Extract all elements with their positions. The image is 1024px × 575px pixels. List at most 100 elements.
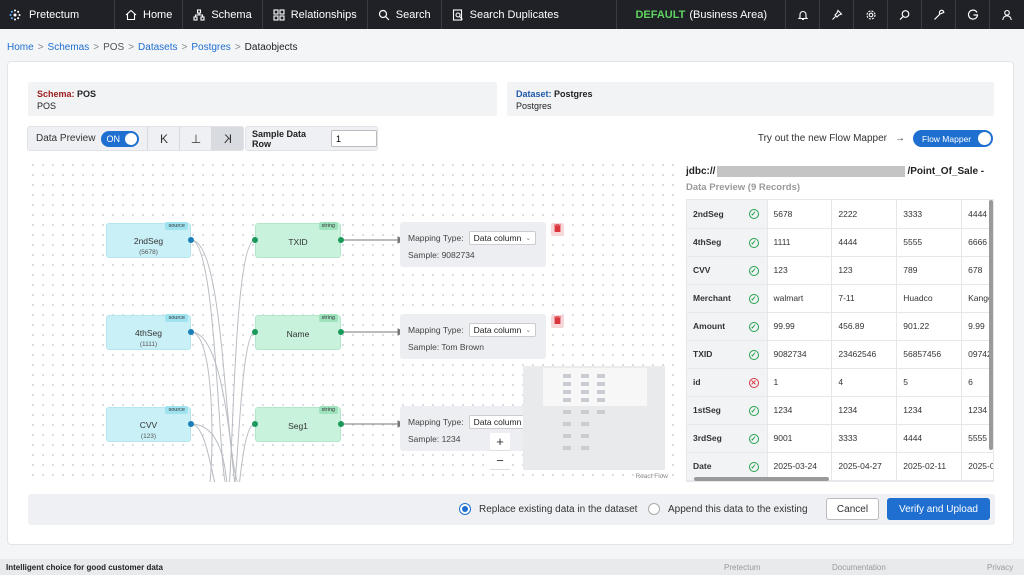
preview-row: 3rdSeg ✓ 9001 3333 4444 5555 [687,424,993,453]
minimap-node [597,382,605,386]
zoom-in-button[interactable]: + [490,433,510,451]
source-handle[interactable] [188,421,194,427]
flow-mapper-toggle[interactable]: Flow Mapper [913,130,993,147]
minimap-node [597,390,605,394]
value-cell: 1234 [896,396,963,425]
flow-canvas[interactable]: source 2ndSeg (5678) source 4thSeg (1111… [28,160,676,482]
mapping-type-label: Mapping Type: [408,233,464,243]
breadcrumb-postgres[interactable]: Postgres [191,42,230,53]
source-node-sample: (123) [140,433,157,440]
sample-data-row-input[interactable] [331,130,377,147]
valid-check-icon: ✓ [748,321,759,332]
minimap-node [581,410,589,414]
refresh-button[interactable] [956,0,990,29]
source-node-cvv[interactable]: source CVV (123) [106,406,191,442]
nav-search-duplicates[interactable]: Search Duplicates [440,0,569,29]
minimap-viewport [543,368,647,406]
nav-relationships[interactable]: Relationships [261,0,367,29]
source-tag: source [165,406,188,414]
flow-mapper-prompt: Try out the new Flow Mapper [757,133,887,144]
source-node-name: 2ndSeg [133,236,164,246]
nav-home-label: Home [143,8,173,21]
field-name-cell: 3rdSeg ✓ [687,424,768,453]
horizontal-scrollbar[interactable] [694,477,829,481]
nav-search[interactable]: Search [366,0,441,29]
nav-schema-label: Schema [211,8,252,21]
radio-selected-icon[interactable] [459,503,471,515]
settings-button[interactable] [854,0,888,29]
notifications-button[interactable] [786,0,820,29]
target-node-name[interactable]: string Name [255,314,341,350]
field-name: Amount [693,321,726,331]
preview-row: Date ✓ 2025-03-24 2025-04-27 2025-02-11 2025-… [687,452,993,481]
business-area-selector[interactable]: DEFAULT (Business Area) [616,0,786,29]
mapping-node-name[interactable]: Mapping Type: Data column ⌄ Sample: Tom Br… [400,314,546,359]
breadcrumb-datasets[interactable]: Datasets [138,42,177,53]
minimap-node [563,390,571,394]
data-preview-toggle[interactable]: ON [101,130,140,147]
target-node-txid[interactable]: string TXID [255,222,341,258]
target-node-seg1[interactable]: string Seg1 [255,406,341,442]
minimap-node [581,434,589,438]
middle-row-button[interactable]: ⊥ [179,127,211,150]
value-cell: 7-11 [831,284,898,313]
delete-mapping-button[interactable] [551,315,564,328]
target-input-handle[interactable] [252,237,258,243]
value-cell: 1 [767,368,833,397]
target-output-handle[interactable] [338,237,344,243]
source-node-2ndseg[interactable]: source 2ndSeg (5678) [106,222,191,258]
flow-mapper-toggle-label: Flow Mapper [922,133,972,144]
footer-tagline: Intelligent choice for good customer dat… [6,562,163,572]
breadcrumb-pos: POS [103,42,125,53]
delete-mapping-button[interactable] [551,223,564,236]
react-flow-attribution[interactable]: React Flow [635,473,668,480]
business-area-name: DEFAULT [635,8,686,21]
toggle-knob [978,132,991,145]
global-search-button[interactable] [888,0,922,29]
target-input-handle[interactable] [252,421,258,427]
mapping-type-select[interactable]: Data column⌄ [468,323,537,337]
footer-link-privacy[interactable]: Privacy [987,563,1013,572]
target-output-handle[interactable] [338,421,344,427]
data-preview-label: Data Preview [36,133,96,144]
value-cell: 1234 [831,396,898,425]
relationships-icon [273,8,285,21]
radio-unselected-icon[interactable] [648,503,660,515]
mapping-type-value: Data column [473,233,522,243]
append-option[interactable]: Append this data to the existing [648,503,808,515]
value-cell: 2025-04-27 [831,452,898,481]
cancel-button[interactable]: Cancel [826,498,879,520]
target-input-handle[interactable] [252,329,258,335]
sample-value: Tom Brown [441,342,484,352]
mapping-node-txid[interactable]: Mapping Type: Data column ⌄ Sample: 908273… [400,222,546,267]
replace-option[interactable]: Replace existing data in the dataset [459,503,637,515]
nav-search-label: Search [395,8,431,21]
tools-button[interactable] [922,0,956,29]
mapping-type-select[interactable]: Data column⌄ [468,231,537,245]
value-cell: 99.99 [767,312,833,341]
data-preview-table[interactable]: 2ndSeg ✓ 5678 2222 3333 4444 4thSeg ✓ 1111 4444 55… [686,199,994,482]
nav-home[interactable]: Home [114,0,182,29]
breadcrumb-home[interactable]: Home [7,42,34,53]
target-output-handle[interactable] [338,329,344,335]
pin-button[interactable] [820,0,854,29]
mapping-type-label: Mapping Type: [408,417,464,427]
source-node-4thseg[interactable]: source 4thSeg (1111) [106,314,191,350]
first-row-button[interactable]: K [147,127,179,150]
breadcrumb-schemas[interactable]: Schemas [48,42,90,53]
sample-value: 1234 [441,434,461,444]
verify-and-upload-button[interactable]: Verify and Upload [887,498,990,520]
vertical-scrollbar[interactable] [989,200,993,450]
dataset-label: Dataset: [516,89,552,99]
nav-schema[interactable]: Schema [182,0,261,29]
minimap[interactable] [523,366,665,470]
footer-link-documentation[interactable]: Documentation [832,563,886,572]
user-menu-button[interactable] [990,0,1024,29]
source-handle[interactable] [188,329,194,335]
data-preview-title: Data Preview (9 Records) [686,182,801,193]
last-row-button[interactable]: K [211,127,244,150]
zoom-out-button[interactable]: − [490,452,510,470]
source-handle[interactable] [188,237,194,243]
brand[interactable]: Pretectum [0,0,114,29]
footer-link-pretectum[interactable]: Pretectum [724,563,760,572]
